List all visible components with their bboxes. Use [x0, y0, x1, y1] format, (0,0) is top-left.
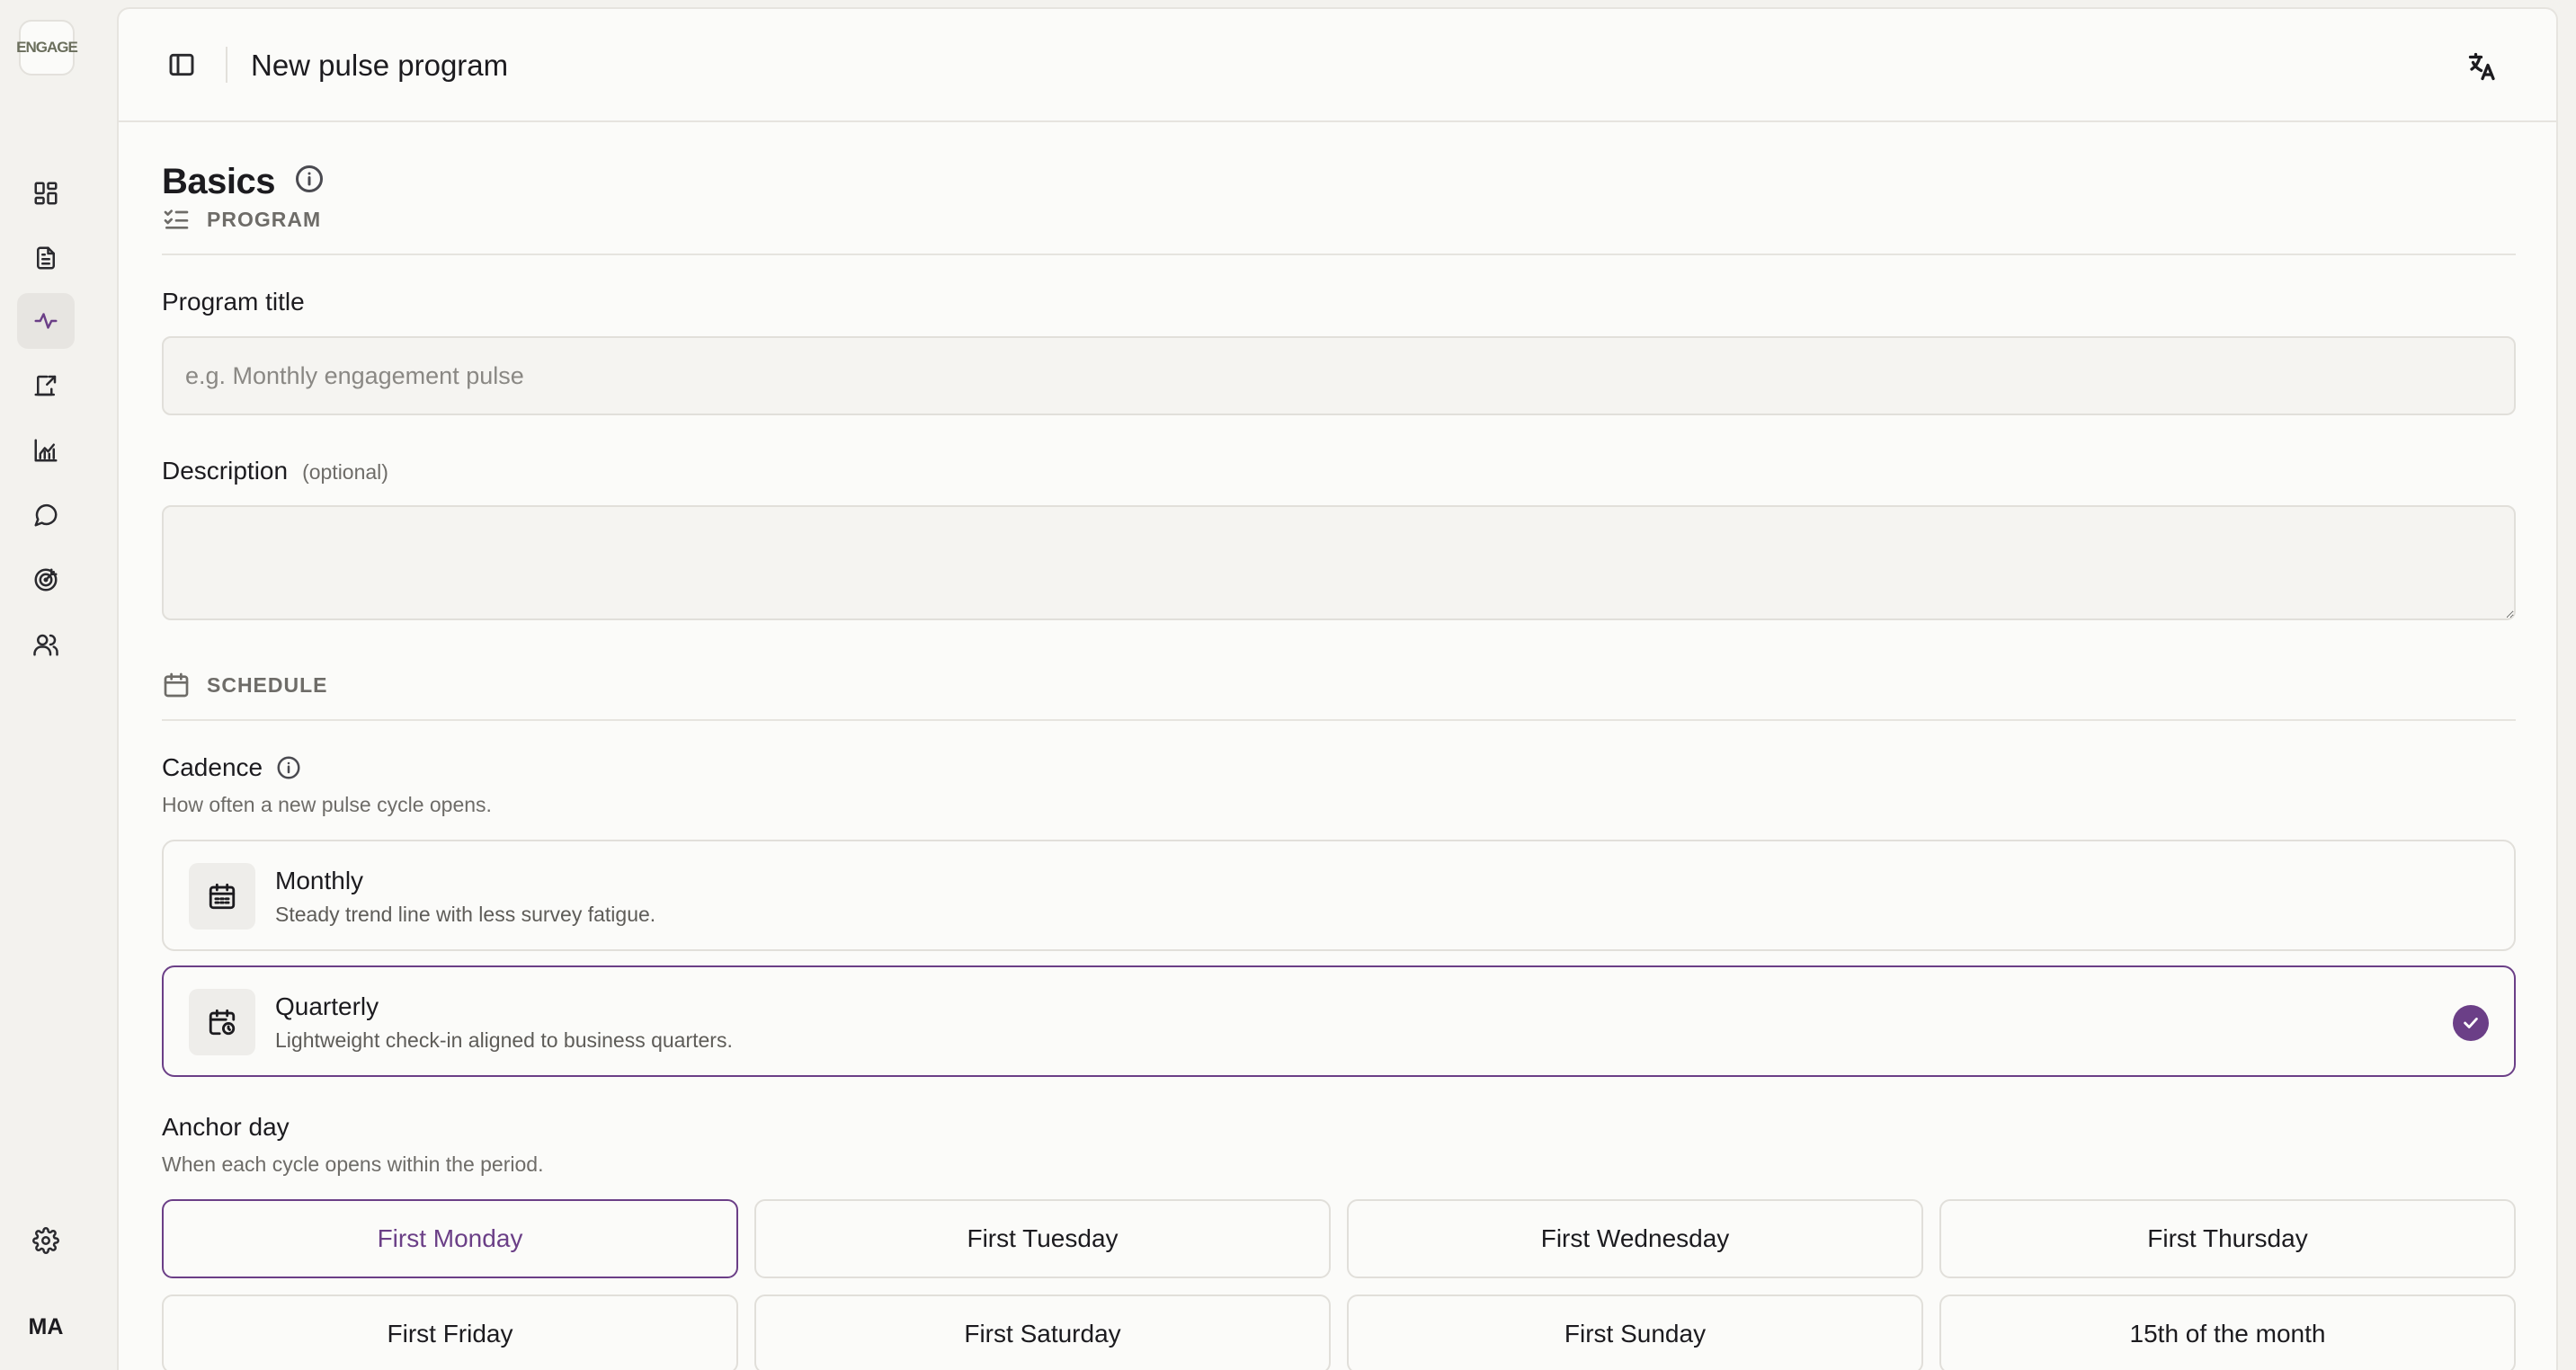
divider: [162, 719, 2516, 721]
sidebar-item-feedback[interactable]: [17, 487, 75, 543]
settings-icon: [32, 1227, 59, 1254]
list-checks-icon: [164, 209, 189, 229]
program-group-header: PROGRAM: [162, 205, 321, 234]
users-icon: [33, 634, 58, 656]
anchor-day-first-saturday[interactable]: First Saturday: [754, 1294, 1331, 1370]
main-panel: New pulse program Basics PROGRAM Program…: [117, 7, 2558, 1370]
clipboard-share-icon: [34, 375, 57, 396]
sidebar-item-settings[interactable]: [17, 1213, 75, 1268]
anchor-day-first-wednesday[interactable]: First Wednesday: [1347, 1199, 1923, 1278]
languages-icon: [2468, 52, 2495, 81]
program-title-input[interactable]: [162, 336, 2516, 415]
sidebar-item-people[interactable]: [17, 617, 75, 672]
calendar-icon: [164, 672, 189, 698]
description-textarea[interactable]: [162, 505, 2516, 620]
description-label: Description: [162, 457, 289, 485]
panel-left-icon: [169, 53, 194, 76]
option-title: Monthly: [275, 867, 364, 894]
sidebar-item-dashboard[interactable]: [17, 165, 75, 221]
cadence-label-row: Cadence: [162, 753, 302, 782]
app-logo[interactable]: ENGAGE: [16, 20, 78, 76]
anchor-day-first-thursday[interactable]: First Thursday: [1939, 1199, 2516, 1278]
chart-line-icon: [34, 439, 58, 462]
section-title: Basics: [162, 162, 275, 201]
message-circle-icon: [34, 503, 58, 527]
option-description: Steady trend line with less survey fatig…: [275, 903, 656, 926]
file-text-icon: [37, 246, 55, 270]
sidebar-item-goals[interactable]: [17, 552, 75, 608]
anchor-day-first-tuesday[interactable]: First Tuesday: [754, 1199, 1331, 1278]
group-label: SCHEDULE: [207, 672, 328, 697]
anchor-day-first-friday[interactable]: First Friday: [162, 1294, 738, 1370]
sidebar-item-actions[interactable]: [17, 358, 75, 414]
program-title-label: Program title: [162, 288, 305, 316]
cadence-option-monthly[interactable]: Monthly Steady trend line with less surv…: [162, 840, 2516, 951]
cadence-helper: How often a new pulse cycle opens.: [162, 793, 492, 816]
divider: [226, 47, 227, 83]
top-bar: New pulse program: [119, 9, 2556, 122]
cadence-label: Cadence: [162, 753, 263, 781]
check-icon: [2453, 1005, 2489, 1041]
anchor-day-grid: First Monday First Tuesday First Wednesd…: [162, 1199, 2516, 1370]
option-description: Lightweight check-in aligned to business…: [275, 1028, 733, 1052]
translate-button[interactable]: [2463, 47, 2502, 86]
sidebar-item-pulse[interactable]: [17, 293, 75, 349]
option-title: Quarterly: [275, 992, 379, 1020]
anchor-day-first-sunday[interactable]: First Sunday: [1347, 1294, 1923, 1370]
target-icon: [34, 568, 58, 592]
schedule-group-header: SCHEDULE: [162, 671, 328, 699]
toggle-sidebar-button[interactable]: [164, 47, 200, 83]
description-label-row: Description (optional): [162, 457, 388, 485]
user-avatar[interactable]: MA: [17, 1298, 75, 1356]
info-icon[interactable]: [275, 754, 302, 781]
optional-tag: (optional): [302, 460, 388, 484]
anchor-day-15th[interactable]: 15th of the month: [1939, 1294, 2516, 1370]
page-title: New pulse program: [251, 49, 509, 82]
calendar-days-icon: [189, 863, 255, 930]
divider: [162, 254, 2516, 255]
layout-dashboard-icon: [34, 182, 58, 205]
sidebar: ENGAGE MA: [0, 0, 117, 1370]
calendar-clock-icon: [189, 989, 255, 1055]
activity-icon: [34, 313, 58, 329]
info-icon[interactable]: [293, 163, 325, 195]
sidebar-item-analytics[interactable]: [17, 423, 75, 478]
sidebar-item-surveys[interactable]: [17, 230, 75, 286]
group-label: PROGRAM: [207, 207, 322, 231]
cadence-option-quarterly[interactable]: Quarterly Lightweight check-in aligned t…: [162, 965, 2516, 1077]
anchor-day-helper: When each cycle opens within the period.: [162, 1152, 544, 1176]
anchor-day-label: Anchor day: [162, 1113, 290, 1141]
anchor-day-first-monday[interactable]: First Monday: [162, 1199, 738, 1278]
